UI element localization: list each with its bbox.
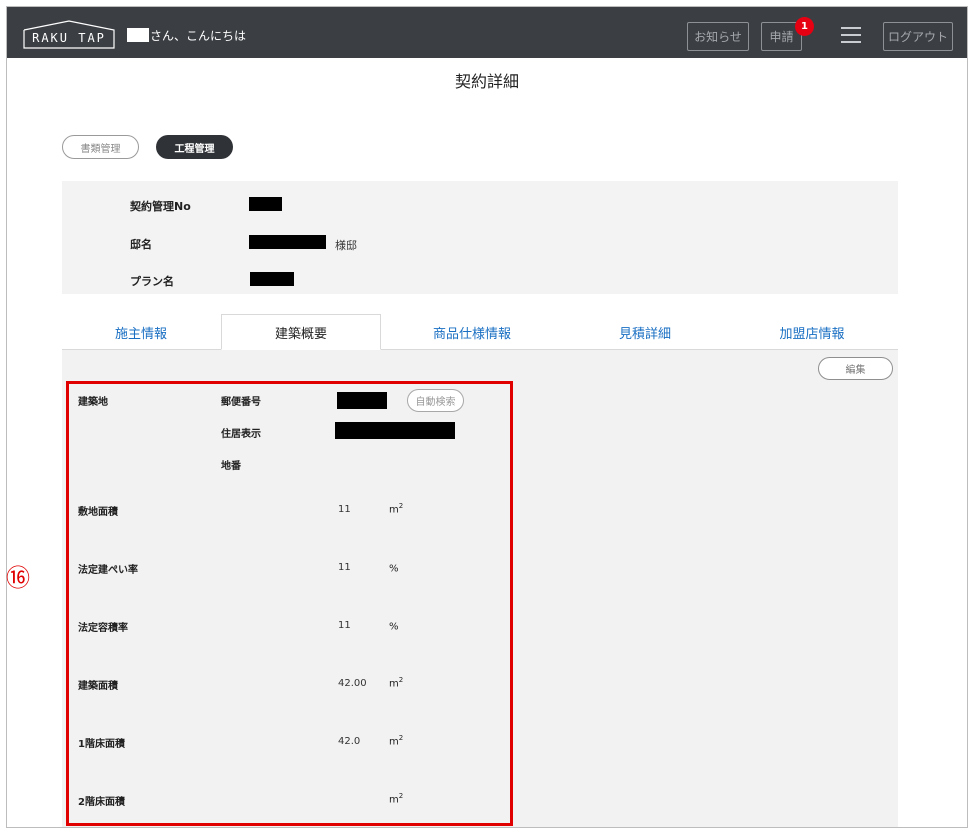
process-management-button[interactable]: 工程管理 [156,135,233,159]
tab-owner-info[interactable]: 施主情報 [62,314,220,350]
top-header: RAKU TAP さん、こんにちは お知らせ 申請 1 ログアウト [7,7,967,58]
tab-franchise-info[interactable]: 加盟店情報 [732,314,892,350]
news-button[interactable]: お知らせ [687,22,749,51]
contract-summary-box: 契約管理No 邸名 様邸 プラン名 [62,181,898,294]
plan-name-label: プラン名 [130,275,174,288]
edit-button[interactable]: 編集 [818,357,893,380]
detail-tabs: 施主情報 建築概要 商品仕様情報 見積詳細 加盟店情報 [62,314,898,350]
greeting-text: さん、こんにちは [150,29,247,43]
tab-estimate-detail[interactable]: 見積詳細 [565,314,725,350]
contract-no-redacted [249,197,282,211]
house-name-label: 邸名 [130,238,152,251]
logout-button[interactable]: ログアウト [883,22,953,51]
apply-count-badge: 1 [795,17,814,36]
house-name-redacted [249,235,326,249]
contract-no-label: 契約管理No [130,200,191,213]
hamburger-menu-icon[interactable] [841,27,861,45]
plan-name-redacted [250,272,294,286]
raku-tap-logo[interactable]: RAKU TAP [23,20,115,49]
username-redacted [127,28,149,42]
house-name-suffix: 様邸 [335,239,357,252]
tab-product-spec[interactable]: 商品仕様情報 [392,314,552,350]
tab-building-overview[interactable]: 建築概要 [221,314,381,350]
page-title: 契約詳細 [454,72,519,91]
logo-text: RAKU TAP [32,31,106,45]
app-frame: RAKU TAP さん、こんにちは お知らせ 申請 1 ログアウト 契約詳細 書… [6,6,968,828]
docs-management-button[interactable]: 書類管理 [62,135,139,159]
annotation-marker: ⑯ [6,564,30,592]
annotation-highlight-box [66,381,513,826]
